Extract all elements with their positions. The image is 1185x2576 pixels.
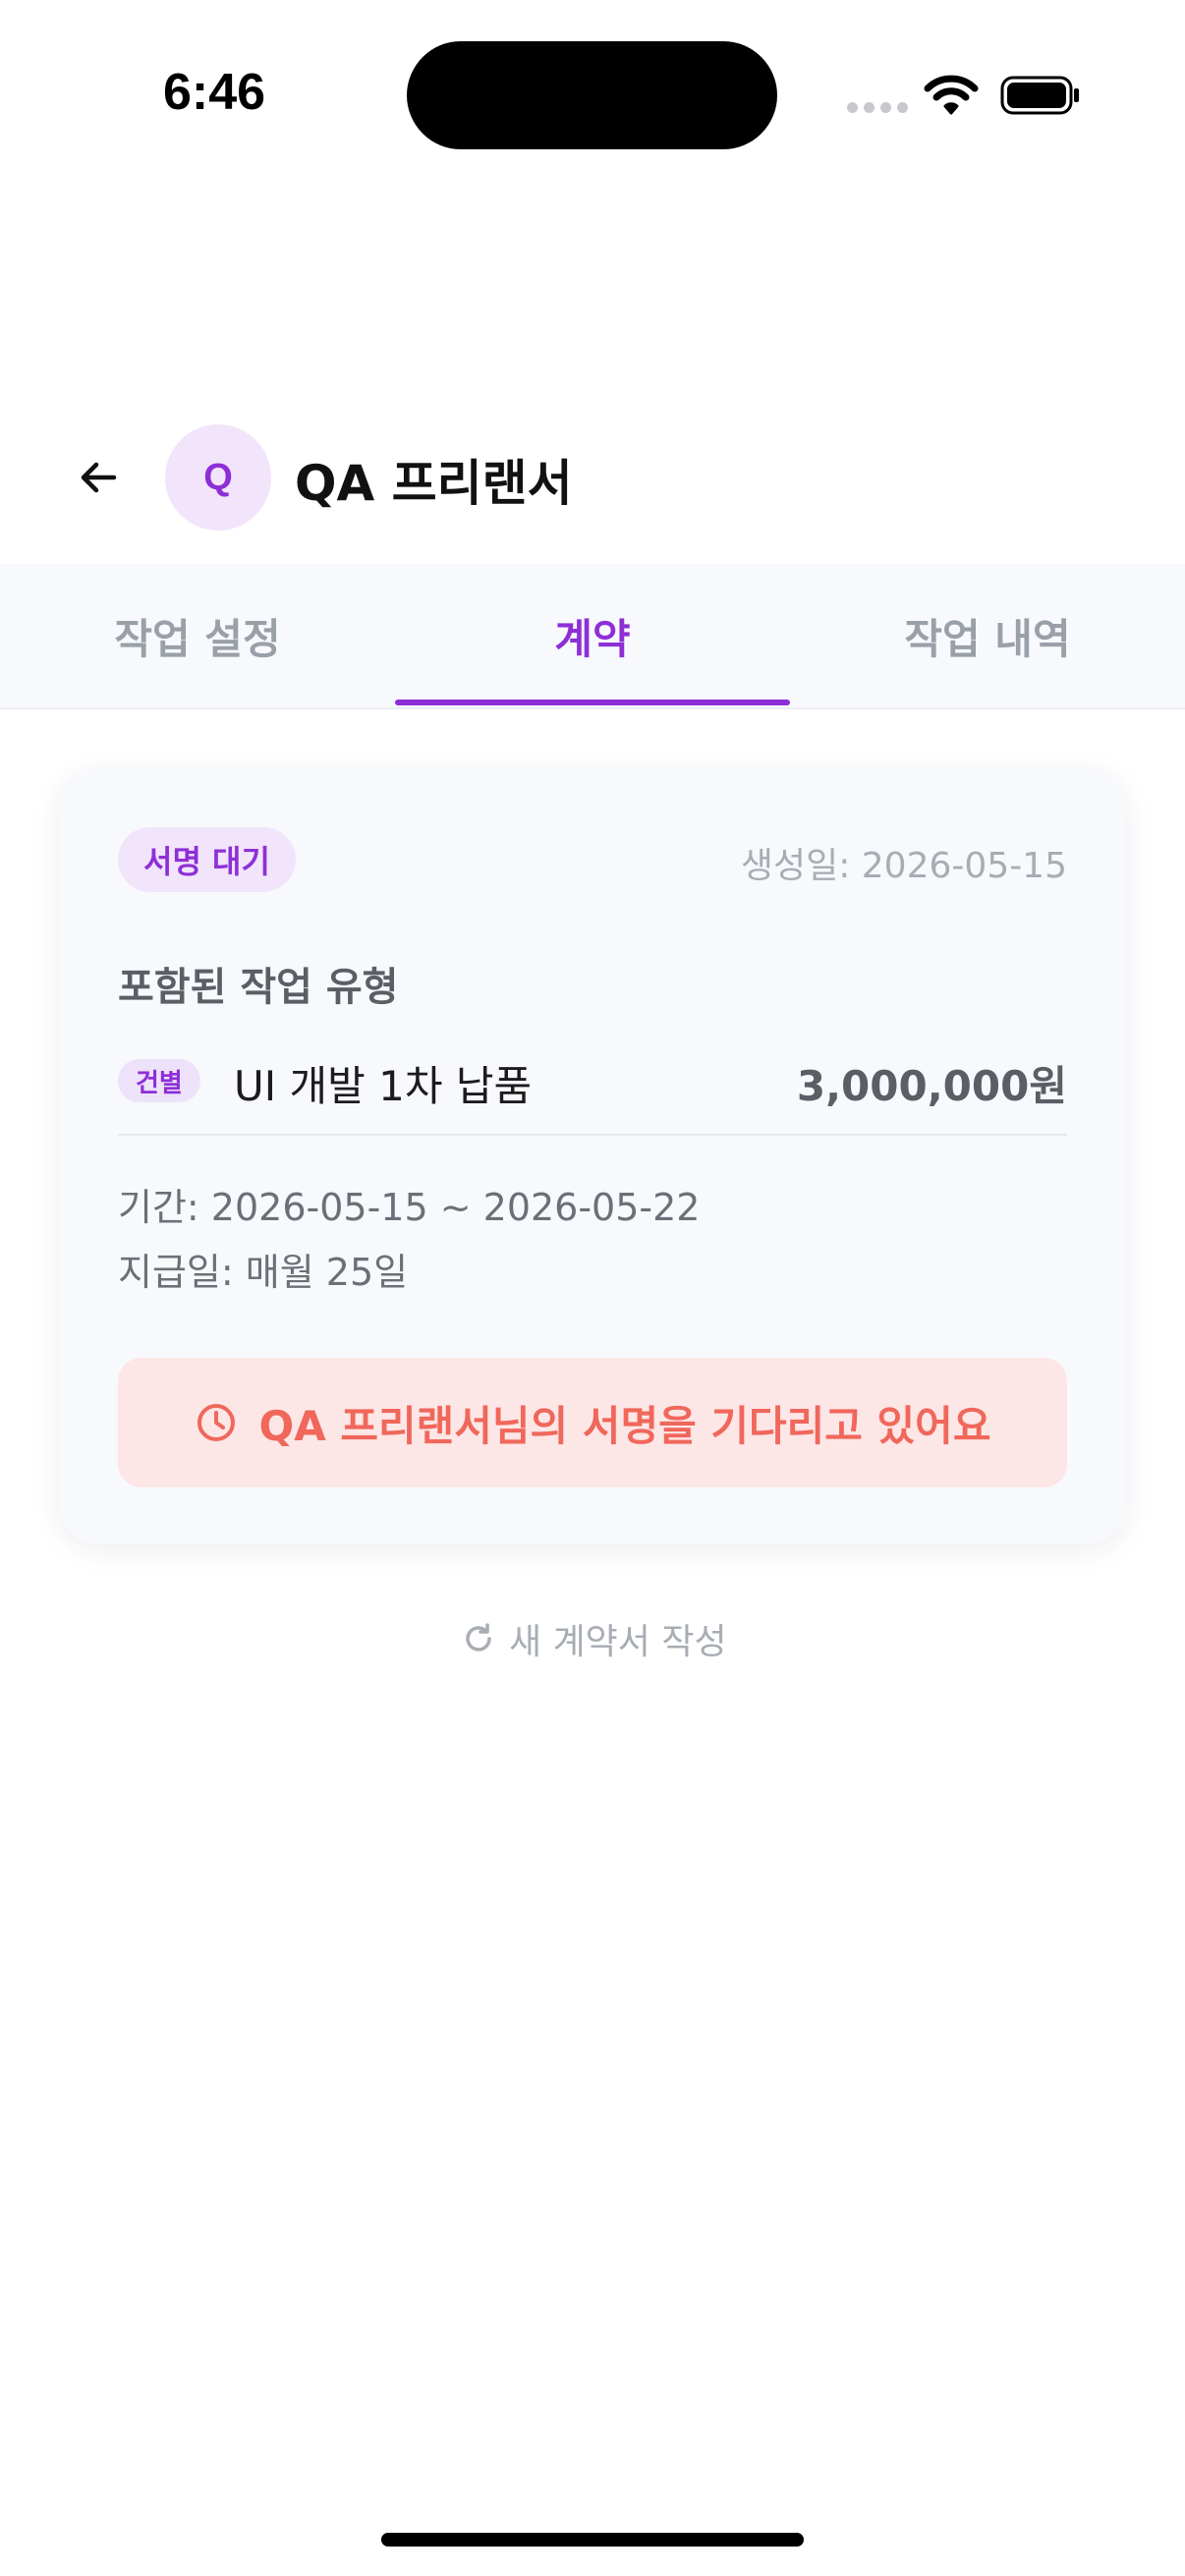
- work-type-tag: 건별: [118, 1059, 200, 1102]
- avatar: Q: [165, 424, 271, 531]
- work-type-name: UI 개발 1차 납품: [234, 1062, 533, 1110]
- dynamic-island: [407, 41, 777, 149]
- tab-bar: 작업 설정 계약 작업 내역: [0, 564, 1185, 709]
- signature-waiting-banner: QA 프리랜서님의 서명을 기다리고 있어요: [118, 1358, 1067, 1487]
- tab-contract[interactable]: 계약: [395, 564, 790, 707]
- contract-period: 기간: 2026-05-15 ~ 2026-05-22: [118, 1186, 701, 1229]
- wifi-icon: [924, 75, 979, 115]
- page-title: QA 프리랜서: [295, 455, 573, 512]
- created-date: 생성일: 2026-05-15: [740, 846, 1067, 886]
- new-contract-button[interactable]: 새 계약서 작성: [462, 1609, 727, 1668]
- back-arrow-icon: [81, 462, 117, 493]
- active-tab-indicator: [395, 700, 790, 705]
- clock-icon: [197, 1404, 235, 1441]
- tab-work-settings[interactable]: 작업 설정: [0, 564, 395, 707]
- contract-screen: 6:46 Q QA 프리랜서 작업 설정 계약 작업 내역 서명 대기 생성일:…: [0, 0, 1185, 2576]
- work-type-amount: 3,000,000원: [796, 1062, 1067, 1110]
- tab-work-history[interactable]: 작업 내역: [790, 564, 1185, 707]
- new-contract-label: 새 계약서 작성: [509, 1622, 727, 1662]
- refresh-icon: [466, 1623, 491, 1652]
- battery-icon: [1000, 76, 1079, 115]
- status-badge: 서명 대기: [118, 827, 296, 892]
- status-time: 6:46: [163, 64, 266, 121]
- section-title: 포함된 작업 유형: [118, 965, 399, 1010]
- payment-day: 지급일: 매월 25일: [118, 1251, 409, 1294]
- home-indicator: [381, 2533, 804, 2547]
- contract-card[interactable]: 서명 대기 생성일: 2026-05-15 포함된 작업 유형 건별 UI 개발…: [59, 768, 1126, 1544]
- work-type-row: 건별 UI 개발 1차 납품 3,000,000원: [118, 1053, 1067, 1136]
- signal-icon: [847, 102, 908, 113]
- back-button[interactable]: [59, 438, 138, 517]
- signature-waiting-text: QA 프리랜서님의 서명을 기다리고 있어요: [258, 1401, 991, 1450]
